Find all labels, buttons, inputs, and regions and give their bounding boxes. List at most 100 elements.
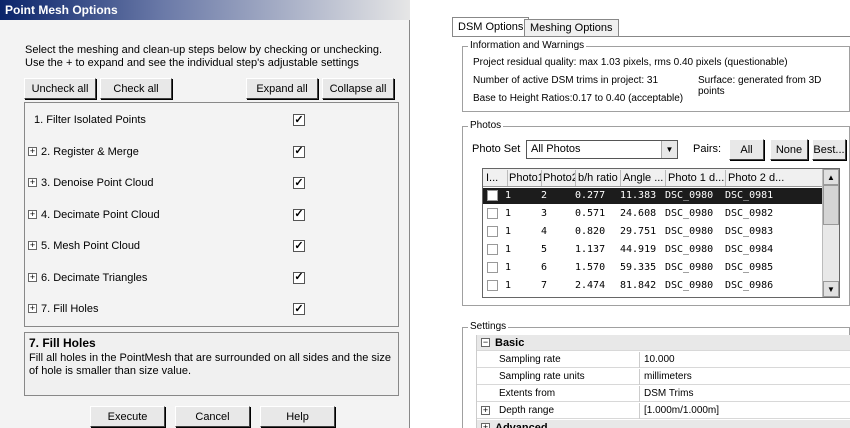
row-checkbox[interactable] [487, 226, 498, 237]
step-checkbox[interactable]: ✓ [293, 208, 305, 221]
table-row[interactable]: 1 5 1.137 44.919 DSC_0980 DSC_0984 [483, 242, 823, 258]
cell-photo1: 1 [505, 226, 512, 237]
pairs-none-button[interactable]: None [770, 139, 808, 160]
scroll-up-icon[interactable]: ▲ [823, 169, 839, 185]
tab-meshing-options[interactable]: Meshing Options [524, 19, 619, 37]
chevron-down-icon[interactable]: ▼ [661, 141, 677, 158]
surface-text: Surface: generated from 3D points [698, 75, 822, 97]
step-row[interactable]: +4. Decimate Point Cloud ✓ [25, 201, 398, 231]
expand-step-icon[interactable]: + [28, 146, 37, 156]
sampling-units-value[interactable]: millimeters [639, 369, 839, 385]
step-label: 7. Fill Holes [41, 303, 99, 315]
table-row[interactable]: 1 3 0.571 24.608 DSC_0980 DSC_0982 [483, 206, 823, 222]
cell-photo2-desc: DSC_0983 [725, 226, 774, 237]
basic-category-row[interactable]: − Basic [477, 335, 850, 351]
expand-step-icon[interactable]: + [28, 241, 37, 250]
step-label: 2. Register & Merge [41, 145, 139, 158]
col-header-bh-ratio[interactable]: b/h ratio [575, 170, 620, 186]
step-row[interactable]: 1. Filter Isolated Points ✓ [25, 106, 398, 136]
tab-dsm-options[interactable]: DSM Options [452, 17, 530, 37]
expand-step-icon[interactable]: + [28, 272, 37, 282]
cell-photo1: 1 [505, 262, 512, 273]
dsm-options-panel: DSM Options Meshing Options Information … [440, 0, 850, 428]
uncheck-all-button[interactable]: Uncheck all [24, 78, 96, 99]
dialog-description: Select the meshing and clean-up steps be… [25, 44, 383, 69]
step-label: 1. Filter Isolated Points [34, 114, 146, 126]
step-row[interactable]: +5. Mesh Point Cloud ✓ [25, 232, 398, 262]
scroll-down-icon[interactable]: ▼ [823, 281, 839, 297]
cell-bh-ratio: 1.570 [575, 262, 606, 273]
col-header-photo2[interactable]: Photo2 [541, 170, 575, 186]
expand-step-icon[interactable]: + [28, 304, 37, 313]
col-header-index[interactable]: I... [486, 170, 506, 186]
depth-range-label: Depth range [499, 405, 555, 416]
dialog-title-bar: Point Mesh Options [0, 0, 410, 20]
step-checkbox[interactable]: ✓ [293, 271, 305, 284]
col-header-photo2-desc[interactable]: Photo 2 d... [725, 170, 785, 186]
depth-range-value[interactable]: [1.000m/1.000m] [639, 403, 839, 419]
step-checkbox[interactable]: ✓ [293, 303, 305, 315]
photo-set-select[interactable]: All Photos ▼ [526, 140, 678, 159]
extents-value[interactable]: DSM Trims [639, 386, 839, 402]
cell-angle: 29.751 [620, 226, 657, 237]
row-checkbox[interactable] [487, 262, 498, 273]
row-checkbox[interactable] [487, 208, 498, 219]
step-checkbox[interactable]: ✓ [293, 114, 305, 126]
sampling-rate-value[interactable]: 10.000 [639, 352, 839, 368]
cell-photo1: 1 [505, 280, 512, 291]
step-label: 6. Decimate Triangles [41, 271, 148, 284]
expand-all-button[interactable]: Expand all [246, 78, 318, 99]
expand-step-icon[interactable]: + [28, 209, 37, 219]
sampling-rate-row[interactable]: Sampling rate 10.000 [477, 352, 850, 368]
step-row[interactable]: +7. Fill Holes ✓ [25, 295, 398, 325]
collapse-basic-icon[interactable]: − [481, 338, 490, 347]
active-trims-text: Number of active DSM trims in project: 3… [473, 75, 659, 86]
table-scrollbar[interactable]: ▲ ▼ [822, 169, 839, 297]
step-row[interactable]: +6. Decimate Triangles ✓ [25, 264, 398, 294]
cell-photo2: 5 [541, 244, 548, 255]
collapse-all-button[interactable]: Collapse all [322, 78, 394, 99]
pairs-all-button[interactable]: All [729, 139, 764, 160]
table-row[interactable]: 1 7 2.474 81.842 DSC_0980 DSC_0986 [483, 278, 823, 294]
help-button[interactable]: Help [260, 406, 335, 427]
cancel-button[interactable]: Cancel [175, 406, 250, 427]
info-warnings-label: Information and Warnings [468, 40, 587, 51]
residual-quality-text: Project residual quality: max 1.03 pixel… [473, 57, 788, 68]
scroll-thumb[interactable] [823, 185, 839, 225]
advanced-category-row[interactable]: + Advanced [477, 420, 850, 428]
table-row[interactable]: 1 4 0.820 29.751 DSC_0980 DSC_0983 [483, 224, 823, 240]
sampling-units-row[interactable]: Sampling rate units millimeters [477, 369, 850, 385]
step-label: 3. Denoise Point Cloud [41, 177, 154, 189]
step-row[interactable]: +3. Denoise Point Cloud ✓ [25, 169, 398, 199]
col-header-photo1-desc[interactable]: Photo 1 d... [665, 170, 725, 186]
cell-photo1-desc: DSC_0980 [665, 190, 714, 201]
cell-photo1: 1 [505, 244, 512, 255]
table-row[interactable]: 1 2 0.277 11.383 DSC_0980 DSC_0981 [483, 188, 823, 204]
step-checkbox[interactable]: ✓ [293, 145, 305, 158]
step-label: 4. Decimate Point Cloud [41, 208, 160, 221]
cell-angle: 81.842 [620, 280, 657, 291]
extents-row[interactable]: Extents from DSM Trims [477, 386, 850, 402]
table-row[interactable]: 1 6 1.570 59.335 DSC_0980 DSC_0985 [483, 260, 823, 276]
expand-depth-icon[interactable]: + [481, 406, 490, 415]
tab-underline [452, 36, 850, 37]
check-all-button[interactable]: Check all [100, 78, 172, 99]
sampling-rate-label: Sampling rate [499, 354, 561, 365]
row-checkbox[interactable] [487, 244, 498, 255]
expand-step-icon[interactable]: + [28, 178, 37, 187]
depth-range-row[interactable]: + Depth range [1.000m/1.000m] [477, 403, 850, 419]
cell-photo2: 2 [541, 190, 548, 201]
col-header-angle[interactable]: Angle ... [620, 170, 665, 186]
cell-angle: 59.335 [620, 262, 657, 273]
pairs-best-button[interactable]: Best... [812, 139, 846, 160]
row-checkbox[interactable] [487, 280, 498, 291]
row-checkbox[interactable] [487, 190, 498, 201]
settings-label: Settings [468, 321, 509, 332]
step-checkbox[interactable]: ✓ [293, 240, 305, 252]
expand-advanced-icon[interactable]: + [481, 423, 490, 428]
execute-button[interactable]: Execute [90, 406, 165, 427]
step-row[interactable]: +2. Register & Merge ✓ [25, 138, 398, 168]
cell-photo1-desc: DSC_0980 [665, 244, 714, 255]
col-header-photo1[interactable]: Photo1 [507, 170, 541, 186]
step-checkbox[interactable]: ✓ [293, 177, 305, 189]
